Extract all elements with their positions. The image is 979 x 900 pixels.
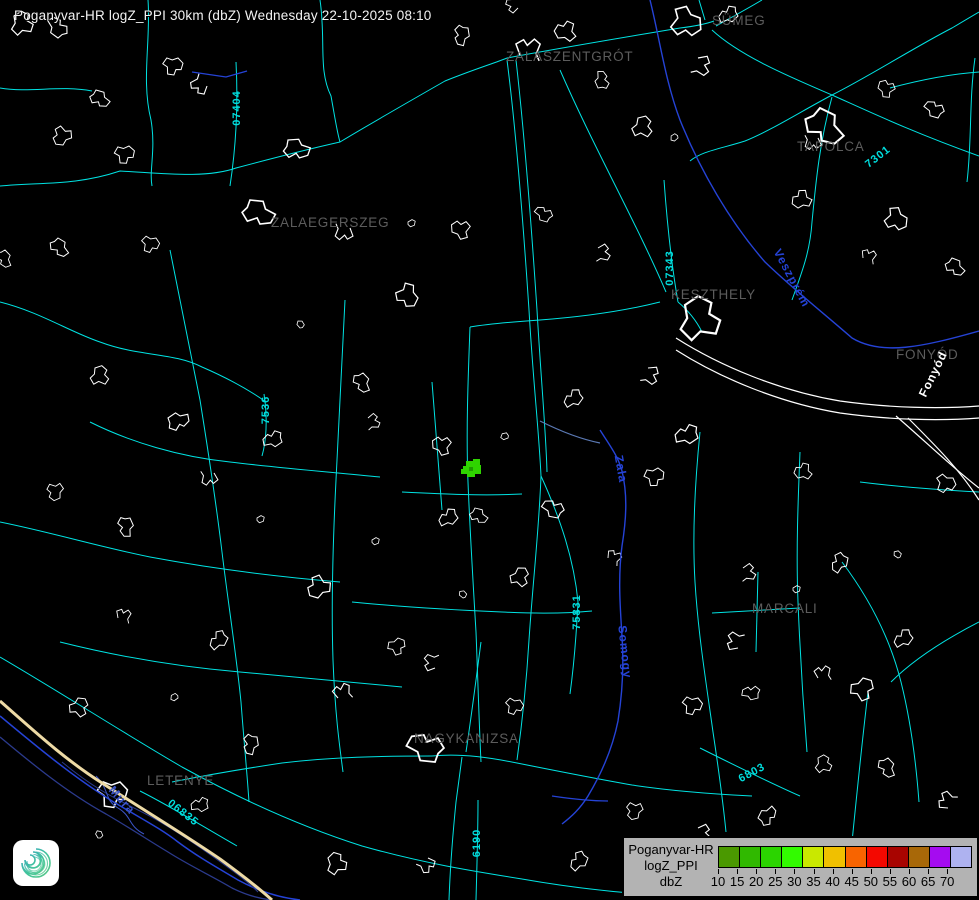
- legend-swatch-25-30: [781, 846, 803, 868]
- map-canvas: [0, 0, 979, 900]
- radar-image: Poganyvar-HR logZ_PPI 30km (dbZ) Wednesd…: [0, 0, 979, 900]
- river-lines: [0, 0, 979, 900]
- legend-swatch-45-50: [866, 846, 888, 868]
- legend-swatch-40-45: [845, 846, 867, 868]
- legend-swatch-55-60: [908, 846, 930, 868]
- legend-tick-label-30: 30: [787, 874, 801, 889]
- legend-swatch-10-15: [718, 846, 740, 868]
- spiral-icon: [17, 844, 55, 882]
- legend-tick-label-40: 40: [825, 874, 839, 889]
- legend-tick-label-60: 60: [902, 874, 916, 889]
- legend-tick-label-65: 65: [921, 874, 935, 889]
- legend-swatch-60-65: [929, 846, 951, 868]
- road-network: [0, 0, 979, 900]
- legend-tick-label-45: 45: [844, 874, 858, 889]
- legend-tick-label-10: 10: [711, 874, 725, 889]
- legend-tick-label-35: 35: [806, 874, 820, 889]
- legend-unit: dbZ: [626, 874, 716, 890]
- met-spiral-logo[interactable]: [13, 840, 59, 886]
- legend-product-name: logZ_PPI: [626, 858, 716, 874]
- legend-swatch-50-55: [887, 846, 909, 868]
- town-outlines: [0, 0, 968, 876]
- legend-swatch-20-25: [760, 846, 782, 868]
- legend-swatch-15-20: [739, 846, 761, 868]
- legend-swatch-65-70: [950, 846, 972, 868]
- legend-tick-label-50: 50: [864, 874, 878, 889]
- radar-echo: [461, 459, 481, 477]
- page-title: Poganyvar-HR logZ_PPI 30km (dbZ) Wednesd…: [14, 8, 432, 23]
- legend-tick-label-55: 55: [883, 874, 897, 889]
- dbz-legend: Poganyvar-HR logZ_PPI dbZ 10 15 20 25 30 35 40…: [622, 836, 979, 898]
- legend-titles: Poganyvar-HR logZ_PPI dbZ: [626, 842, 716, 890]
- legend-tick-label-70: 70: [940, 874, 954, 889]
- legend-swatch-30-35: [802, 846, 824, 868]
- shoreline-roads: [676, 338, 979, 500]
- legend-tick-label-15: 15: [730, 874, 744, 889]
- legend-tick-label-20: 20: [749, 874, 763, 889]
- legend-swatch-35-40: [823, 846, 845, 868]
- legend-color-strip: [718, 846, 972, 868]
- legend-tick-label-25: 25: [768, 874, 782, 889]
- legend-radar-name: Poganyvar-HR: [626, 842, 716, 858]
